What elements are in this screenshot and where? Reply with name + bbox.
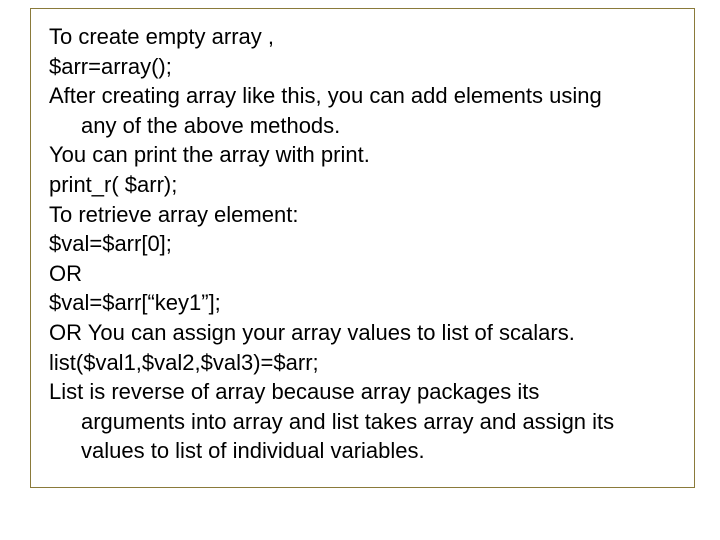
text-line: After creating array like this, you can … <box>49 82 676 111</box>
text-line: To retrieve array element: <box>49 201 676 230</box>
content-box: To create empty array , $arr=array(); Af… <box>30 8 695 488</box>
text-line: OR <box>49 260 676 289</box>
text-line: You can print the array with print. <box>49 141 676 170</box>
text-line: list($val1,$val2,$val3)=$arr; <box>49 349 676 378</box>
text-line: To create empty array , <box>49 23 676 52</box>
text-line-continuation: any of the above methods. <box>49 112 676 141</box>
text-line: $val=$arr[“key1”]; <box>49 289 676 318</box>
text-line-continuation: values to list of individual variables. <box>49 437 676 466</box>
slide: To create empty array , $arr=array(); Af… <box>0 0 720 540</box>
text-line: $val=$arr[0]; <box>49 230 676 259</box>
text-line: OR You can assign your array values to l… <box>49 319 676 348</box>
text-line: $arr=array(); <box>49 53 676 82</box>
text-line: List is reverse of array because array p… <box>49 378 676 407</box>
text-line-continuation: arguments into array and list takes arra… <box>49 408 676 437</box>
text-line: print_r( $arr); <box>49 171 676 200</box>
